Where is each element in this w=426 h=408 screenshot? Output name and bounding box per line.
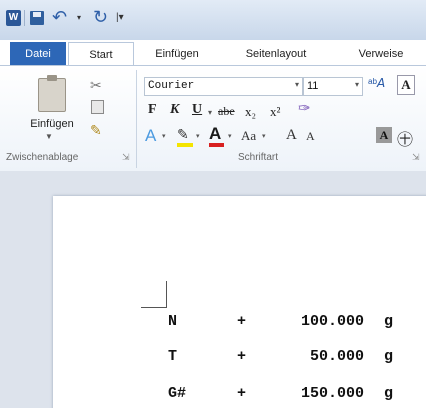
font-name-value: Courier xyxy=(148,80,195,92)
tab-datei[interactable]: Datei xyxy=(10,42,66,66)
paste-dropdown-icon[interactable]: ▼ xyxy=(45,132,53,141)
font-size-combobox[interactable]: 11 ▾ xyxy=(303,77,363,96)
copy-icon[interactable] xyxy=(91,100,104,114)
clear-formatting-icon[interactable]: A xyxy=(397,75,415,95)
tab-seitenlayout[interactable]: Seitenlayout xyxy=(230,42,322,66)
highlight-dropdown-icon[interactable]: ▾ xyxy=(196,132,200,140)
row-sign: + xyxy=(237,348,247,365)
document-page[interactable] xyxy=(53,196,426,408)
paste-button-label[interactable]: Einfügen xyxy=(22,118,82,130)
quick-access-separator xyxy=(24,10,25,26)
phonetic-guide-icon[interactable]: ᵃᵇ𝘈 xyxy=(368,76,385,90)
subscript-button[interactable]: x₂ xyxy=(245,104,256,120)
font-color-bar xyxy=(209,143,224,147)
highlight-icon[interactable]: ✎ xyxy=(177,126,189,143)
customize-quick-access-icon[interactable]: |▾ xyxy=(116,9,124,27)
text-effect-button[interactable]: A xyxy=(145,126,156,146)
underline-dropdown-icon[interactable]: ▾ xyxy=(208,108,212,117)
enclose-characters-button[interactable]: ㊉ xyxy=(397,126,413,150)
row-unit: g xyxy=(384,348,394,365)
row-label: T xyxy=(168,348,178,365)
row-value: 150.000 xyxy=(300,385,364,402)
change-case-dropdown-icon[interactable]: ▾ xyxy=(262,132,266,140)
font-launcher-icon[interactable]: ⇲ xyxy=(412,152,420,163)
row-value: 100.000 xyxy=(300,313,364,330)
save-icon[interactable] xyxy=(30,11,44,25)
strikethrough-button[interactable]: abe xyxy=(218,104,235,119)
text-effect-dropdown-icon[interactable]: ▾ xyxy=(162,132,166,140)
tab-einfuegen[interactable]: Einfügen xyxy=(140,42,214,66)
highlight-color-bar xyxy=(177,143,193,147)
font-group-label: Schriftart xyxy=(238,152,279,163)
row-unit: g xyxy=(384,385,394,402)
ribbon-tabs: Datei Start Einfügen Seitenlayout Verwei… xyxy=(0,40,426,67)
tab-start[interactable]: Start xyxy=(68,42,134,67)
change-case-button[interactable]: Aa xyxy=(241,128,256,144)
font-size-dropdown-icon[interactable]: ▾ xyxy=(355,80,359,89)
margin-corner-mark xyxy=(166,281,167,307)
superscript-button[interactable]: x² xyxy=(270,104,280,120)
bold-button[interactable]: F xyxy=(148,102,157,118)
font-color-dropdown-icon[interactable]: ▾ xyxy=(228,132,232,140)
font-size-value: 11 xyxy=(307,80,319,92)
cut-icon[interactable]: ✂ xyxy=(90,77,102,94)
underline-button[interactable]: U xyxy=(192,102,202,118)
format-painter-icon[interactable]: ✎ xyxy=(90,122,102,139)
document-row[interactable]: T + 50.000 g xyxy=(0,348,426,370)
row-unit: g xyxy=(384,313,394,330)
font-name-combobox[interactable]: Courier ▾ xyxy=(144,77,303,96)
word-window: W ↶ ▾ ↻ |▾ Datei Start Einfügen Seitenla… xyxy=(0,0,426,408)
undo-icon[interactable]: ↶ xyxy=(52,5,67,29)
clipboard-group-label: Zwischenablage xyxy=(6,152,79,163)
row-label: N xyxy=(168,313,178,330)
character-shading-button[interactable]: A xyxy=(376,127,392,143)
clipboard-launcher-icon[interactable]: ⇲ xyxy=(122,152,130,163)
row-sign: + xyxy=(237,313,247,330)
document-row[interactable]: N + 100.000 g xyxy=(0,313,426,335)
shrink-font-button[interactable]: A xyxy=(306,129,315,144)
font-color-button[interactable]: A xyxy=(209,124,221,144)
paste-icon[interactable] xyxy=(38,75,66,112)
row-label: G# xyxy=(168,385,187,402)
word-app-icon[interactable]: W xyxy=(6,10,21,26)
ribbon-start: Einfügen ▼ ✂ ✎ Zwischenablage ⇲ Courier … xyxy=(0,65,426,172)
group-divider xyxy=(136,70,137,168)
title-bar: W ↶ ▾ ↻ |▾ xyxy=(0,0,426,40)
margin-corner-mark-horizontal xyxy=(141,307,167,308)
document-row[interactable]: G# + 150.000 g xyxy=(0,385,426,407)
undo-dropdown-icon[interactable]: ▾ xyxy=(77,13,81,22)
tab-verweise[interactable]: Verweise xyxy=(336,42,426,66)
redo-icon[interactable]: ↻ xyxy=(93,5,108,29)
italic-button[interactable]: K xyxy=(170,102,179,118)
row-value: 50.000 xyxy=(309,348,364,365)
grow-font-button[interactable]: A xyxy=(286,127,297,144)
font-name-dropdown-icon[interactable]: ▾ xyxy=(295,80,299,89)
text-highlight-eraser-icon[interactable]: ✑ xyxy=(298,99,311,117)
row-sign: + xyxy=(237,385,247,402)
